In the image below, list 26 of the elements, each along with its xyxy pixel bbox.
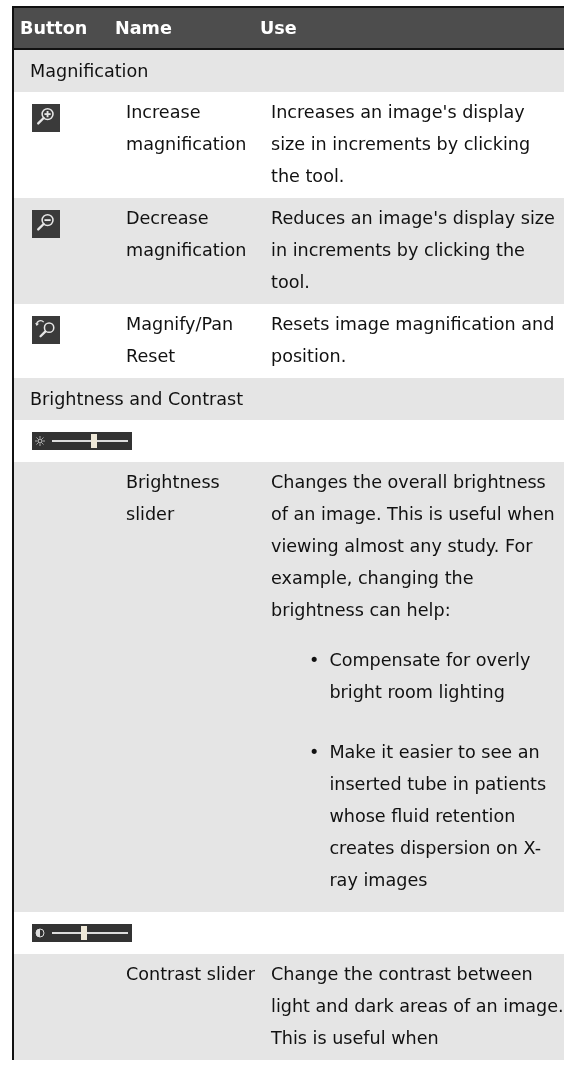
- bullet-item: Make it easier to see an inserted tube in patients whose fluid retention creates dispersion on X-ray images: [329, 741, 548, 892]
- bullet-marker: •: [309, 741, 320, 764]
- contrast-icon: [35, 928, 45, 938]
- tool-description: Change the contrast between light and dark areas of an image. This is useful when: [271, 963, 564, 1050]
- column-header: Name: [114, 18, 173, 38]
- tool-name: Increase magnification: [126, 102, 247, 154]
- tool-description: Resets image magnification and position.: [271, 314, 555, 366]
- section-heading: Magnification: [30, 61, 149, 81]
- bullet-item: Compensate for overly bright room lighting: [329, 649, 532, 704]
- brightness-slider[interactable]: [32, 432, 132, 450]
- tool-name: Contrast slider: [126, 964, 255, 984]
- tool-name: Decrease magnification: [126, 208, 247, 260]
- tool-description: Reduces an image's display size in increments by clicking the tool.: [271, 208, 555, 292]
- contrast-slider[interactable]: [32, 924, 132, 942]
- sun-icon: [35, 436, 45, 446]
- magnifier-reset-icon[interactable]: [32, 316, 60, 344]
- zoom-out-icon[interactable]: [32, 210, 60, 238]
- tool-name: Brightness slider: [126, 472, 220, 524]
- zoom-in-icon[interactable]: [32, 104, 60, 132]
- bullet-marker: •: [309, 649, 320, 672]
- tool-name: Magnify/Pan Reset: [126, 314, 234, 366]
- section-heading: Brightness and Contrast: [30, 389, 244, 409]
- tool-description: Changes the overall brightness of an image. This is useful when viewing almost any study. For example, changing the brightness can help:: [271, 471, 556, 622]
- tool-description: Increases an image's display size in increments by clicking the tool.: [271, 102, 531, 186]
- column-header: Use: [259, 18, 298, 38]
- column-header: Button: [19, 18, 89, 38]
